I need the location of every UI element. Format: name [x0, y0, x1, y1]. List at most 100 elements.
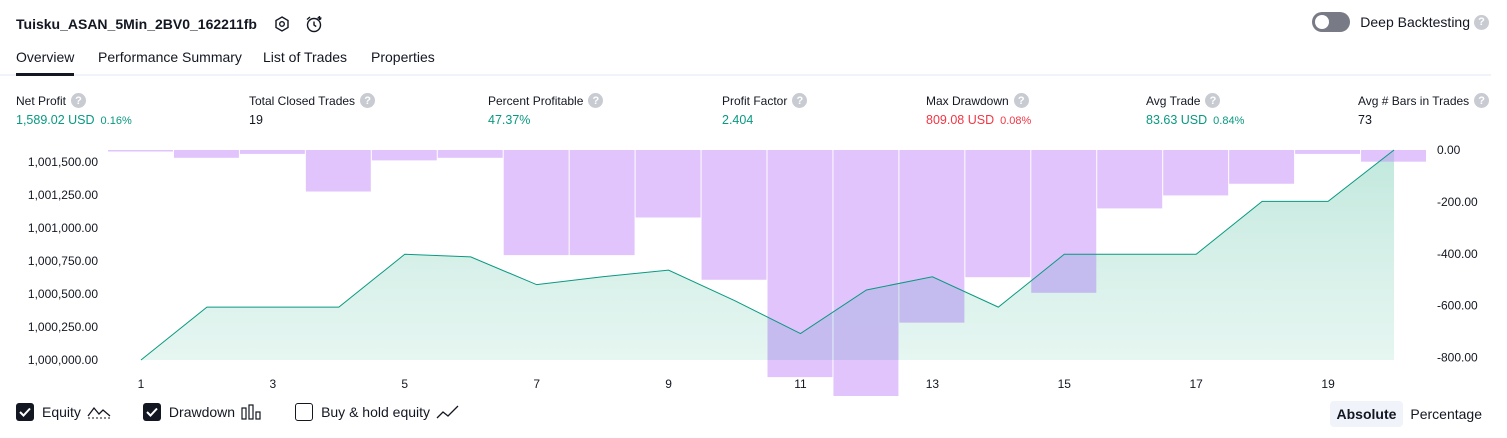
tab-performance-summary[interactable]: Performance Summary: [98, 49, 242, 65]
drawdown-bar: [569, 150, 635, 256]
equity-checkbox[interactable]: [16, 403, 34, 421]
info-icon[interactable]: ?: [360, 93, 376, 108]
legend-drawdown-label: Drawdown: [168, 404, 236, 420]
metric-label: Avg Trade?: [1146, 93, 1244, 108]
metric-percent: 0.08%: [1000, 115, 1032, 127]
metric-value-text: 1,589.02 USD: [16, 113, 95, 127]
metric-label-text: Total Closed Trades: [249, 93, 356, 108]
mode-percentage-button[interactable]: Percentage: [1403, 401, 1489, 427]
deep-backtesting: Deep Backtesting ?: [1312, 12, 1489, 32]
add-alert-icon[interactable]: [303, 13, 325, 35]
x-axis-label: 7: [533, 377, 540, 391]
left-axis-label: 1,000,500.00: [28, 287, 98, 301]
metric-label: Total Closed Trades?: [249, 93, 376, 108]
legend-drawdown[interactable]: Drawdown: [142, 403, 263, 421]
metric-value: 809.08 USD 0.08%: [926, 113, 1031, 127]
metric-value: 47.37%: [488, 113, 603, 127]
equity-line-icon: [87, 404, 111, 420]
metric-value-text: 2.404: [722, 113, 754, 127]
x-axis-label: 13: [926, 377, 940, 391]
right-axis-label: -400.00: [1437, 247, 1478, 261]
drawdown-bar: [1295, 150, 1361, 154]
left-axis-label: 1,000,000.00: [28, 353, 98, 367]
buy-hold-line-icon: [436, 404, 460, 420]
metric-label-text: Avg Trade: [1146, 93, 1201, 108]
metric-value-text: 47.37%: [488, 113, 531, 127]
metric-value: 19: [249, 113, 375, 127]
drawdown-bar: [239, 150, 305, 154]
x-axis-label: 19: [1321, 377, 1335, 391]
drawdown-bar: [371, 150, 437, 161]
drawdown-bar: [635, 150, 701, 218]
metric-label-text: Net Profit: [16, 93, 67, 108]
drawdown-bar: [305, 150, 371, 192]
drawdown-bars-icon: [241, 404, 263, 420]
drawdown-bar: [1229, 150, 1295, 184]
metric-avg-trade: Avg Trade? 83.63 USD 0.84%: [1146, 93, 1244, 127]
settings-icon[interactable]: [271, 13, 293, 35]
equity-drawdown-chart: 1,001,500.00 1,001,250.00 1,001,000.00 1,00…: [28, 143, 1478, 396]
buy-hold-checkbox[interactable]: [295, 403, 314, 421]
metric-value: 1,589.02 USD 0.16%: [16, 113, 132, 127]
deep-backtesting-toggle[interactable]: [1312, 12, 1351, 32]
right-axis-label: -800.00: [1437, 351, 1478, 365]
strategy-name: Tuisku_ASAN_5Min_2BV0_162211fb: [16, 16, 257, 32]
drawdown-bar: [503, 150, 569, 256]
x-axis-label: 5: [401, 377, 408, 391]
tab-properties[interactable]: Properties: [371, 49, 435, 65]
legend-buy-hold-label: Buy & hold equity: [321, 404, 431, 420]
tab-list-of-trades[interactable]: List of Trades: [263, 49, 347, 65]
metric-value: 2.404: [722, 113, 807, 127]
right-axis-label: -600.00: [1437, 299, 1478, 313]
drawdown-bar: [1163, 150, 1229, 196]
metric-label: Percent Profitable?: [488, 93, 604, 108]
metric-value: 73: [1358, 113, 1489, 127]
info-icon[interactable]: ?: [792, 93, 808, 108]
left-axis-label: 1,000,250.00: [28, 320, 98, 334]
metric-net-profit: Net Profit? 1,589.02 USD 0.16%: [16, 93, 132, 127]
right-axis-label: -200.00: [1437, 195, 1478, 209]
info-icon[interactable]: ?: [71, 93, 87, 108]
tab-overview[interactable]: Overview: [16, 49, 75, 76]
metric-label: Profit Factor?: [722, 93, 808, 108]
x-axis-label: 11: [794, 377, 807, 391]
legend-equity[interactable]: Equity: [16, 403, 111, 421]
x-axis-label: 17: [1189, 377, 1203, 391]
chart-legend: Equity Drawdown Buy & hold equity: [16, 403, 492, 421]
legend-buy-hold[interactable]: Buy & hold equity: [295, 403, 460, 421]
info-icon[interactable]: ?: [1205, 93, 1221, 108]
mode-absolute-button[interactable]: Absolute: [1329, 401, 1404, 427]
deep-backtesting-label: Deep Backtesting: [1360, 14, 1470, 30]
metric-label-text: Max Drawdown: [926, 93, 1009, 108]
metric-value-text: 73: [1358, 113, 1372, 127]
metric-value: 83.63 USD 0.84%: [1146, 113, 1244, 127]
info-icon[interactable]: ?: [588, 93, 604, 108]
metric-percent-profitable: Percent Profitable? 47.37%: [488, 93, 604, 127]
info-icon[interactable]: ?: [1013, 93, 1029, 108]
help-icon[interactable]: ?: [1474, 14, 1489, 30]
tab-bar: Overview Performance Summary List of Tra…: [0, 44, 1491, 76]
drawdown-bar: [965, 150, 1031, 278]
metric-max-drawdown: Max Drawdown? 809.08 USD 0.08%: [926, 93, 1031, 127]
metric-profit-factor: Profit Factor? 2.404: [722, 93, 808, 127]
metric-total-closed-trades: Total Closed Trades? 19: [249, 93, 376, 127]
metric-value-text: 83.63 USD: [1146, 113, 1208, 127]
metric-percent: 0.84%: [1213, 115, 1245, 127]
metric-label-text: Percent Profitable: [488, 93, 584, 108]
drawdown-bar: [108, 150, 173, 152]
metric-label-text: Avg # Bars in Trades: [1358, 93, 1470, 108]
x-axis-label: 1: [138, 377, 145, 391]
info-icon[interactable]: ?: [1474, 93, 1490, 108]
metric-value-text: 809.08 USD: [926, 113, 995, 127]
drawdown-checkbox[interactable]: [142, 403, 161, 421]
drawdown-bar: [1097, 150, 1163, 209]
drawdown-bar: [437, 150, 503, 158]
metric-label: Net Profit?: [16, 93, 132, 108]
left-axis-label: 1,001,500.00: [28, 155, 98, 169]
drawdown-bar: [173, 150, 239, 158]
metric-label: Avg # Bars in Trades?: [1358, 93, 1490, 108]
right-axis-label: 0.00: [1437, 143, 1461, 157]
metric-label-text: Profit Factor: [722, 93, 788, 108]
x-axis-label: 9: [665, 377, 672, 391]
drawdown-bar: [701, 150, 767, 280]
